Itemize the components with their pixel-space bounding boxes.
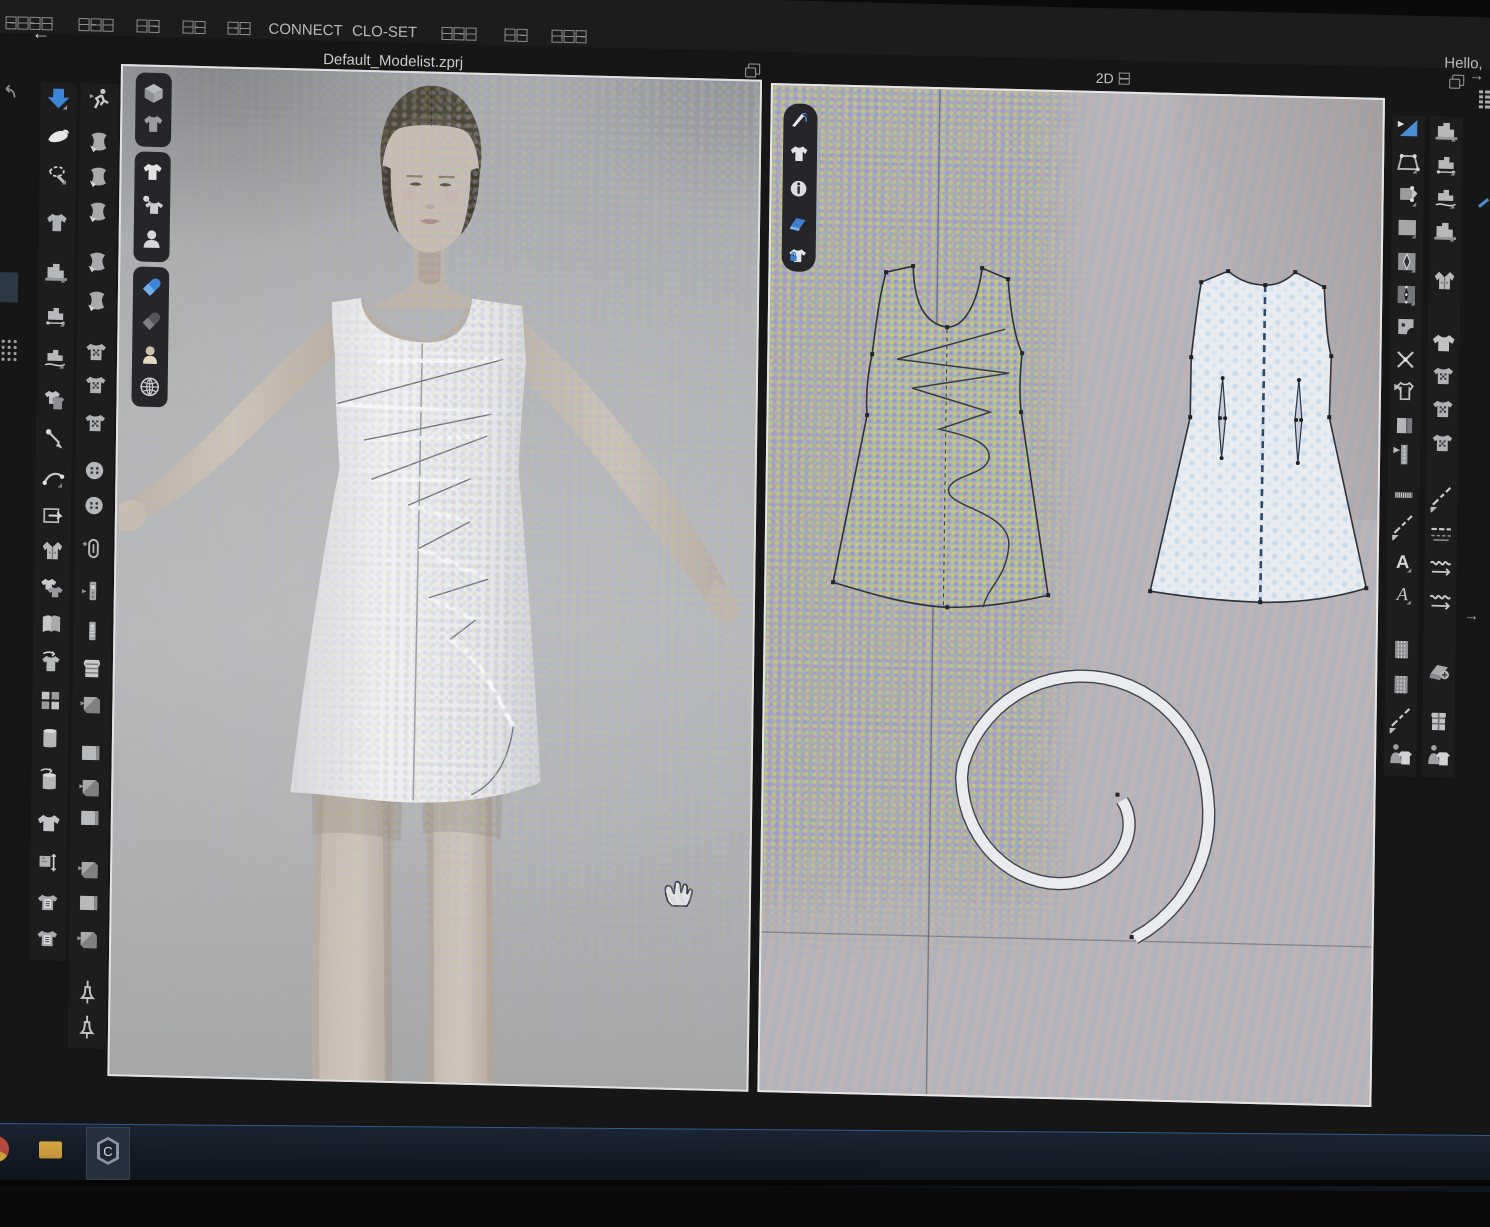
svg-text:A: A — [1396, 551, 1410, 572]
svg-text:A: A — [1396, 584, 1409, 604]
svg-text:C: C — [103, 1144, 112, 1159]
